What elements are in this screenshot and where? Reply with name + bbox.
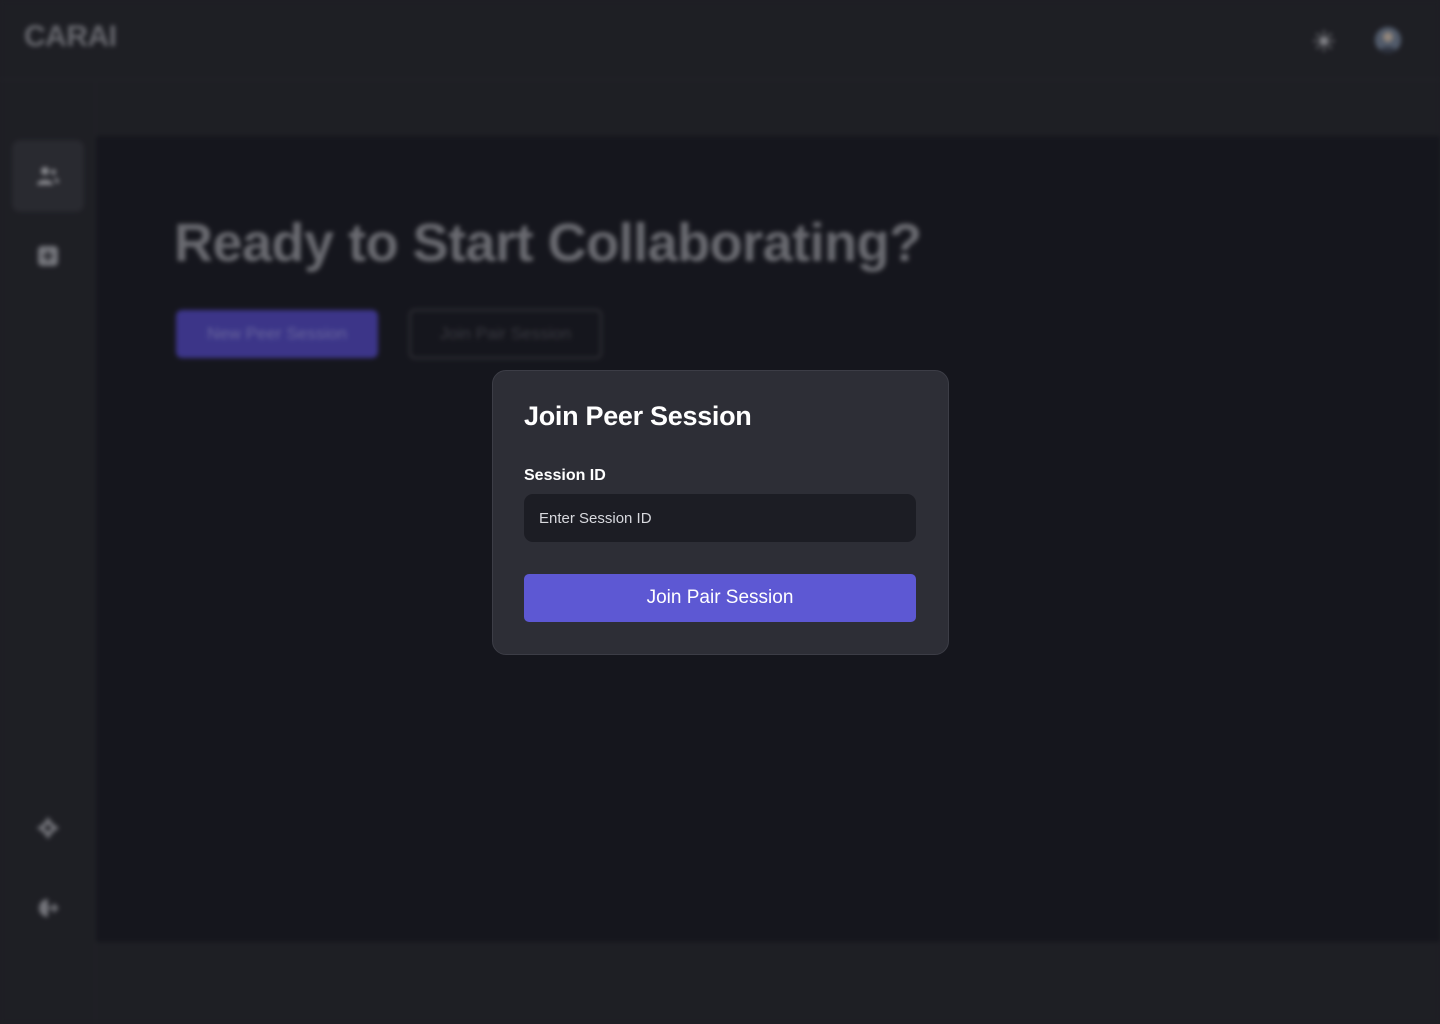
join-pair-session-submit-button[interactable]: Join Pair Session: [524, 574, 916, 622]
join-peer-session-dialog: Join Peer Session Session ID Join Pair S…: [492, 370, 949, 655]
session-id-input[interactable]: [524, 494, 916, 542]
dialog-title: Join Peer Session: [524, 401, 752, 431]
session-id-label: Session ID: [524, 467, 606, 484]
